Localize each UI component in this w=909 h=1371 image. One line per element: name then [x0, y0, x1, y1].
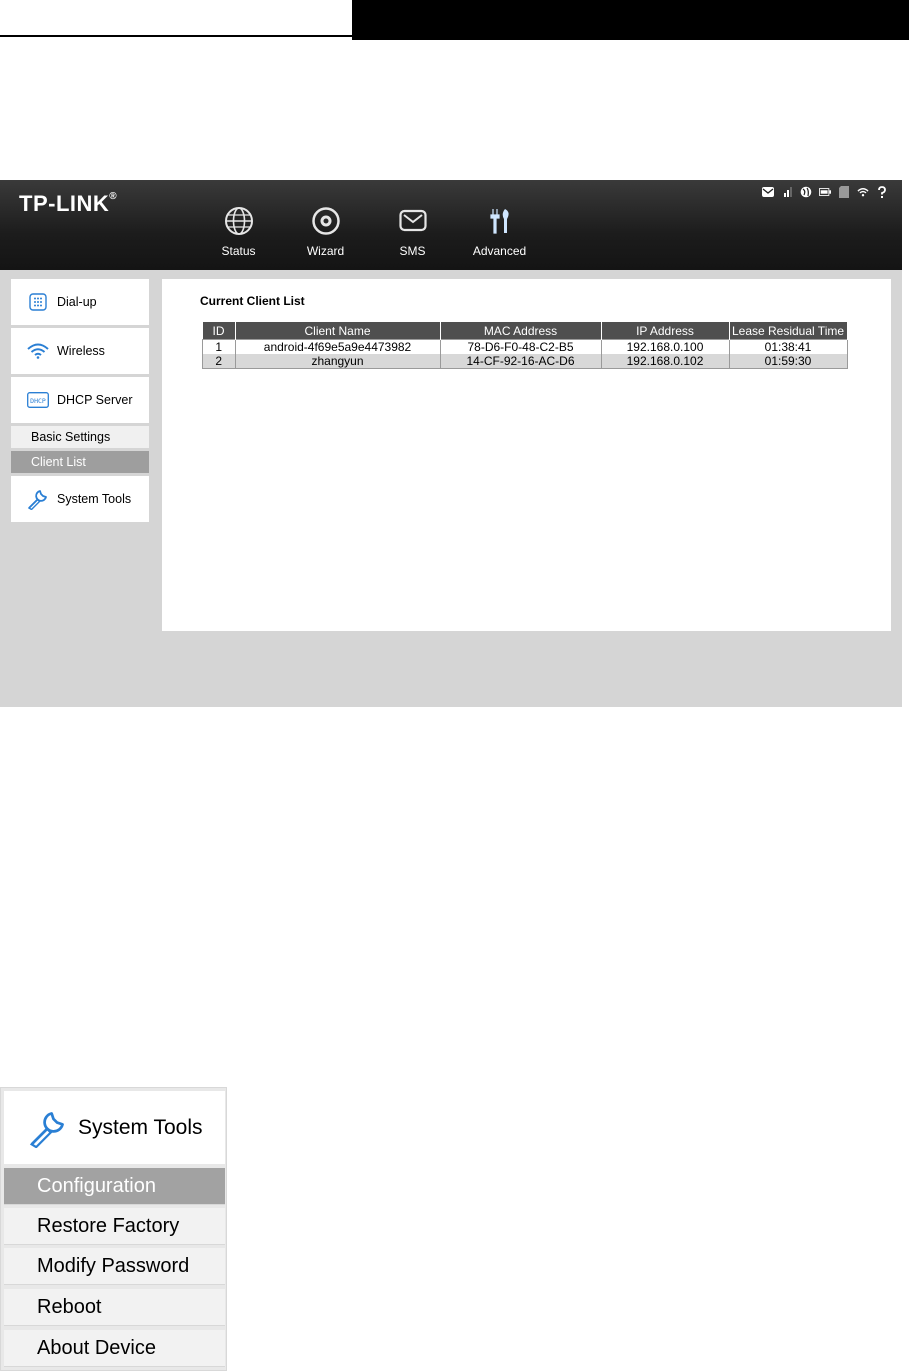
system-tools-menu-zoom: System Tools Configuration Restore Facto… — [0, 1087, 227, 1371]
wizard-icon — [282, 204, 369, 238]
help-icon[interactable] — [876, 186, 888, 198]
system-tools-title: System Tools — [78, 1115, 203, 1139]
menu-item-about-device[interactable]: About Device — [4, 1330, 225, 1367]
nav-sms[interactable]: SMS — [369, 204, 456, 258]
sidebar-item-label: DHCP Server — [57, 393, 133, 407]
sidebar: Dial-up Wireless DHCP DHCP Server Basic … — [11, 279, 149, 525]
table-cell: 01:59:30 — [729, 354, 848, 369]
nav-status-label: Status — [221, 244, 256, 258]
nav-wizard-label: Wizard — [306, 244, 345, 258]
tools-icon — [456, 204, 543, 238]
table-cell: 192.168.0.102 — [601, 354, 730, 369]
table-cell: android-4f69e5a9e4473982 — [235, 339, 441, 354]
sidebar-item-dialup[interactable]: Dial-up — [11, 279, 149, 325]
document-header-rule — [0, 0, 352, 37]
table-cell: 78-D6-F0-48-C2-B5 — [440, 339, 602, 354]
wifi-icon — [857, 186, 869, 198]
menu-item-configuration[interactable]: Configuration — [4, 1168, 225, 1205]
page-title: Current Client List — [200, 294, 305, 308]
nav-sms-label: SMS — [399, 244, 426, 258]
table-cell: zhangyun — [235, 354, 441, 369]
table-cell: 14-CF-92-16-AC-D6 — [440, 354, 602, 369]
content-panel: Current Client List ID Client Name MAC A… — [162, 279, 891, 631]
table-cell: 192.168.0.100 — [601, 339, 730, 354]
main-nav: Status Wizard SMS Advanced — [195, 204, 543, 258]
table-row: 1 android-4f69e5a9e4473982 78-D6-F0-48-C… — [202, 339, 848, 354]
client-list-table: ID Client Name MAC Address IP Address Le… — [202, 322, 848, 369]
status-icon-bar — [762, 186, 888, 198]
tplink-logo: TP-LINK® — [19, 191, 117, 217]
sidebar-item-wireless[interactable]: Wireless — [11, 328, 149, 374]
wrench-icon — [26, 1106, 70, 1150]
logo-text: TP-LINK — [19, 191, 110, 216]
wifi-icon — [27, 340, 49, 362]
table-cell: 01:38:41 — [729, 339, 848, 354]
logo-registered-mark: ® — [109, 191, 118, 202]
column-header: IP Address — [601, 322, 730, 340]
menu-item-restore-factory[interactable]: Restore Factory — [4, 1208, 225, 1245]
table-row: 2 zhangyun 14-CF-92-16-AC-D6 192.168.0.1… — [202, 354, 848, 369]
document-header-bar — [352, 0, 909, 40]
sidebar-item-system-tools[interactable]: System Tools — [11, 476, 149, 522]
dhcp-icon: DHCP — [27, 389, 49, 411]
top-header: TP-LINK® Status Wizard SMS Advanced — [0, 180, 902, 270]
column-header: MAC Address — [440, 322, 602, 340]
menu-item-modify-password[interactable]: Modify Password — [4, 1248, 225, 1285]
table-cell: 2 — [202, 354, 236, 369]
sidebar-item-label: System Tools — [57, 492, 132, 506]
column-header: Client Name — [235, 322, 441, 340]
nav-wizard[interactable]: Wizard — [282, 204, 369, 258]
sidebar-item-label: Dial-up — [57, 295, 97, 309]
signal-icon — [781, 186, 793, 198]
sidebar-item-label: Wireless — [57, 344, 105, 358]
sidebar-subitem-client-list[interactable]: Client List — [11, 451, 149, 473]
table-cell: 1 — [202, 339, 236, 354]
menu-item-reboot[interactable]: Reboot — [4, 1289, 225, 1326]
dialpad-icon — [27, 291, 49, 313]
mail-icon[interactable] — [762, 186, 774, 198]
sidebar-subitem-basic-settings[interactable]: Basic Settings — [11, 426, 149, 448]
wrench-icon — [27, 488, 49, 510]
nav-advanced-label: Advanced — [472, 244, 527, 258]
system-tools-menu-header[interactable]: System Tools — [4, 1091, 225, 1164]
column-header: ID — [202, 322, 236, 340]
dhcp-badge-text: DHCP — [30, 397, 46, 405]
globe-icon — [195, 204, 282, 238]
nav-advanced[interactable]: Advanced — [456, 204, 543, 258]
battery-icon — [819, 186, 831, 198]
router-admin-screenshot: TP-LINK® Status Wizard SMS Advanced Dial… — [0, 180, 902, 707]
envelope-icon — [369, 204, 456, 238]
column-header: Lease Residual Time — [729, 322, 848, 340]
sd-card-icon — [838, 186, 850, 198]
globe-icon — [800, 186, 812, 198]
table-header-row: ID Client Name MAC Address IP Address Le… — [202, 322, 848, 340]
nav-status[interactable]: Status — [195, 204, 282, 258]
sidebar-item-dhcp-server[interactable]: DHCP DHCP Server — [11, 377, 149, 423]
